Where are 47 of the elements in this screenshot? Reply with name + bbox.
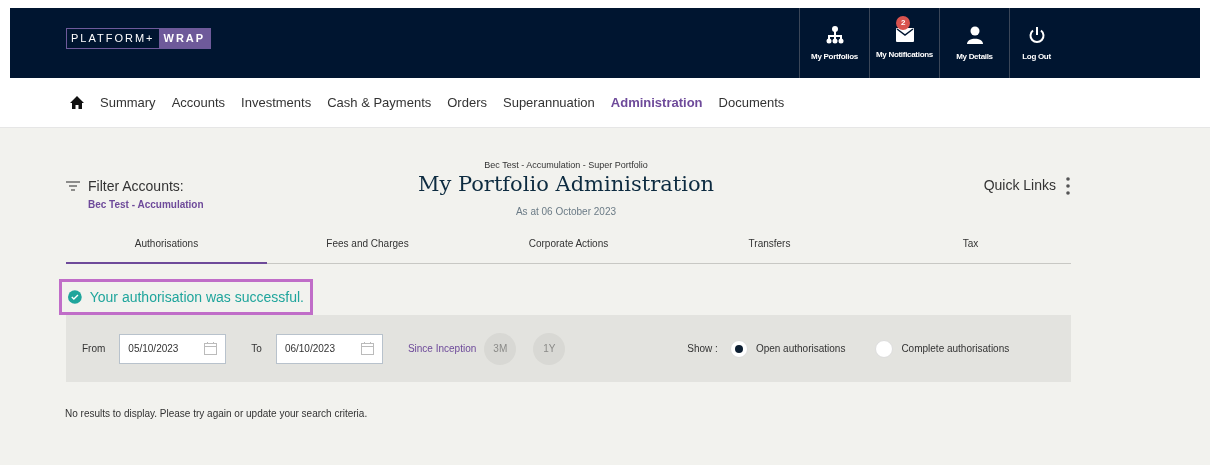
more-icon[interactable] bbox=[1066, 177, 1070, 195]
envelope-icon bbox=[895, 27, 914, 42]
show-label: Show : bbox=[687, 343, 718, 354]
from-label: From bbox=[82, 343, 106, 354]
nav-link[interactable]: Documents bbox=[718, 95, 785, 110]
notification-count: 2 bbox=[896, 16, 910, 30]
logo[interactable]: PLATFORM+ WRAP bbox=[66, 28, 212, 49]
nav-link[interactable]: Summary bbox=[100, 95, 156, 110]
selected-account: Bec Test - Accumulation bbox=[88, 199, 204, 210]
radio-label[interactable]: Complete authorisations bbox=[901, 343, 1010, 354]
radio-button[interactable] bbox=[875, 339, 894, 358]
to-date-field[interactable]: 06/10/2023 bbox=[275, 333, 383, 364]
power-icon bbox=[1027, 25, 1046, 44]
header-action-button[interactable]: Log Out bbox=[1009, 8, 1063, 78]
from-date-field[interactable]: 05/10/2023 bbox=[119, 333, 227, 364]
header-action-button[interactable]: My Details bbox=[939, 8, 1009, 78]
filter-label[interactable]: Filter Accounts: bbox=[88, 178, 184, 194]
nav-link[interactable]: Investments bbox=[241, 95, 312, 110]
filter-icon[interactable] bbox=[66, 181, 80, 191]
header-action-button[interactable]: My Portfolios bbox=[799, 8, 869, 78]
empty-message: No results to display. Please try again or update your search criteria. bbox=[65, 408, 368, 419]
tab[interactable]: Corporate Actions bbox=[468, 224, 669, 264]
nav-link[interactable]: Accounts bbox=[171, 95, 226, 110]
tab[interactable]: Tax bbox=[870, 224, 1071, 264]
check-circle-icon bbox=[68, 287, 82, 307]
nav-link[interactable]: Orders bbox=[447, 95, 487, 110]
nav-link[interactable]: Superannuation bbox=[503, 95, 595, 110]
nav-link[interactable]: Cash & Payments bbox=[327, 95, 432, 110]
calendar-icon[interactable] bbox=[360, 342, 374, 355]
to-label: To bbox=[251, 343, 262, 354]
tab[interactable]: Authorisations bbox=[66, 224, 267, 264]
hierarchy-icon bbox=[825, 25, 844, 44]
header-action-button[interactable]: 2 My Notifications bbox=[869, 8, 939, 78]
page-title: My Portfolio Administration bbox=[416, 172, 716, 196]
home-icon[interactable] bbox=[70, 96, 84, 109]
radio-label[interactable]: Open authorisations bbox=[755, 343, 846, 354]
tab[interactable]: Fees and Charges bbox=[267, 224, 468, 264]
calendar-icon[interactable] bbox=[204, 342, 218, 355]
tab[interactable]: Transfers bbox=[669, 224, 870, 264]
nav-link[interactable]: Administration bbox=[610, 95, 703, 110]
person-icon bbox=[965, 25, 984, 44]
success-text: Your authorisation was successful. bbox=[89, 289, 304, 305]
since-inception-link[interactable]: Since Inception bbox=[407, 343, 477, 354]
as-at-date: As at 06 October 2023 bbox=[514, 206, 618, 217]
quick-links-label[interactable]: Quick Links bbox=[983, 177, 1056, 193]
radio-button[interactable] bbox=[729, 339, 748, 358]
account-name: Bec Test - Accumulation - Super Portfolio bbox=[483, 160, 649, 170]
